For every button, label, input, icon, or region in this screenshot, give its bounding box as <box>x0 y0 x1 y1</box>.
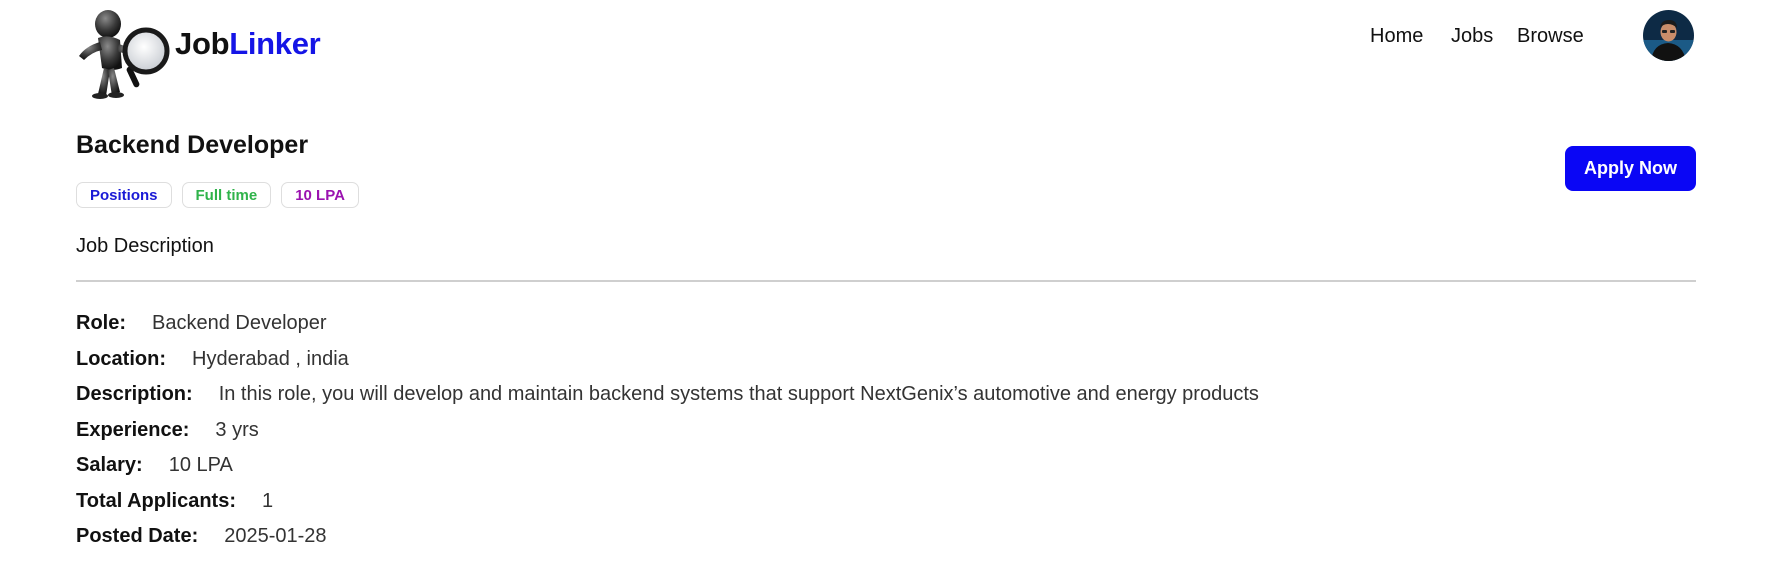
detail-label: Posted Date: <box>76 525 199 548</box>
brand-name[interactable]: JobLinker <box>175 26 321 62</box>
detail-label: Description: <box>76 383 193 406</box>
divider <box>76 280 1696 282</box>
detail-value: 3 yrs <box>215 418 259 441</box>
job-badges: Positions Full time 10 LPA <box>76 182 359 208</box>
detail-value: Hyderabad , india <box>192 347 349 370</box>
brand-part-job: Job <box>175 26 230 61</box>
detail-value: Backend Developer <box>152 312 327 335</box>
detail-label: Salary: <box>76 454 143 477</box>
nav-jobs-link[interactable]: Jobs <box>1451 25 1493 48</box>
detail-row-posted-date: Posted Date: 2025-01-28 <box>76 519 1259 555</box>
detail-row-role: Role: Backend Developer <box>76 306 1259 342</box>
top-navbar: JobLinker Home Jobs Browse <box>0 0 1787 110</box>
logo-figure-magnifier-icon[interactable] <box>76 6 176 102</box>
nav-home-link[interactable]: Home <box>1370 25 1423 48</box>
detail-value: In this role, you will develop and maint… <box>218 383 1259 406</box>
badge-salary: 10 LPA <box>281 182 359 208</box>
badge-job-type: Full time <box>181 182 272 208</box>
detail-label: Experience: <box>76 418 190 441</box>
detail-label: Role: <box>76 312 126 335</box>
detail-label: Location: <box>76 347 166 370</box>
detail-value: 1 <box>262 489 274 512</box>
detail-row-location: Location: Hyderabad , india <box>76 342 1259 378</box>
detail-row-total-applicants: Total Applicants: 1 <box>76 484 1259 520</box>
brand-part-linker: Linker <box>229 26 321 61</box>
badge-positions: Positions <box>76 182 172 208</box>
detail-value: 10 LPA <box>168 454 233 477</box>
job-details-list: Role: Backend Developer Location: Hydera… <box>76 306 1259 555</box>
job-description-heading: Job Description <box>76 235 214 257</box>
detail-value: 2025-01-28 <box>224 525 327 548</box>
detail-row-salary: Salary: 10 LPA <box>76 448 1259 484</box>
nav-browse-link[interactable]: Browse <box>1517 25 1584 48</box>
user-avatar[interactable] <box>1643 10 1694 61</box>
job-title: Backend Developer <box>76 131 309 159</box>
detail-row-description: Description: In this role, you will deve… <box>76 377 1259 413</box>
apply-now-button[interactable]: Apply Now <box>1565 146 1696 191</box>
detail-label: Total Applicants: <box>76 489 236 512</box>
detail-row-experience: Experience: 3 yrs <box>76 413 1259 449</box>
